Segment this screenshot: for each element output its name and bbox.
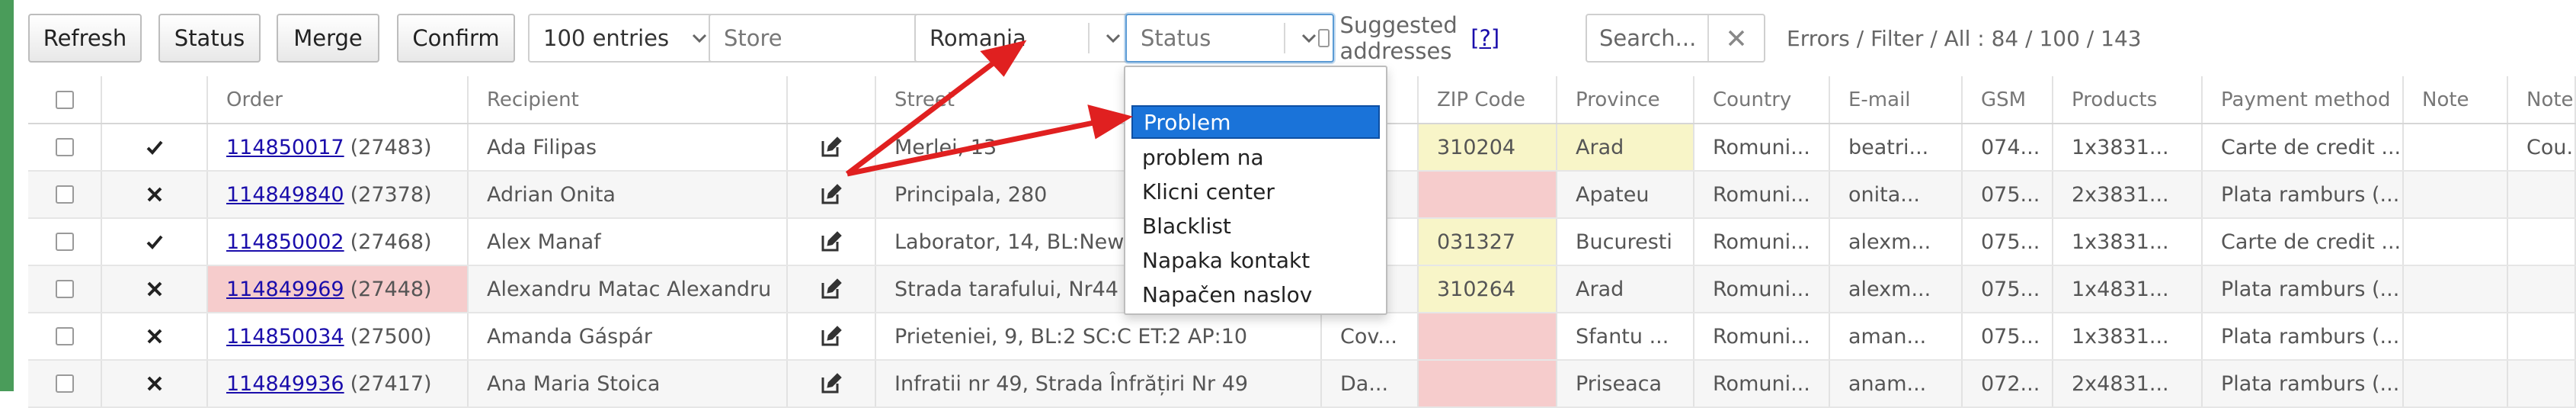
annotation-arrows <box>845 40 1133 177</box>
annotation-arrowhead <box>1087 104 1133 140</box>
